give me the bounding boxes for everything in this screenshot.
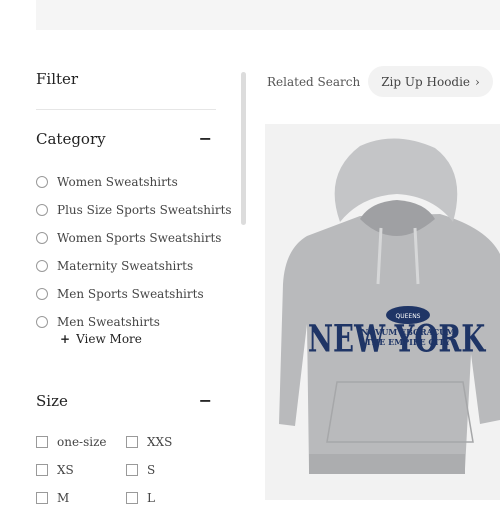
- radio-icon[interactable]: [36, 204, 48, 216]
- size-option-label: S: [147, 463, 156, 477]
- category-option[interactable]: Plus Size Sports Sweatshirts: [36, 196, 232, 224]
- checkbox-icon[interactable]: [36, 436, 48, 448]
- radio-icon[interactable]: [36, 232, 48, 244]
- checkbox-icon[interactable]: [36, 464, 48, 476]
- category-option-label: Men Sports Sweatshirts: [57, 287, 204, 301]
- category-option[interactable]: Men Sports Sweatshirts: [36, 280, 232, 308]
- size-option-label: XS: [57, 463, 74, 477]
- size-option-label: XXS: [147, 435, 173, 449]
- category-option-label: Women Sweatshirts: [57, 175, 178, 189]
- size-option[interactable]: XS: [36, 456, 126, 484]
- related-search-label: Related Search: [267, 74, 361, 89]
- category-list: Women Sweatshirts Plus Size Sports Sweat…: [36, 168, 232, 336]
- size-option-label: M: [57, 491, 70, 505]
- checkbox-icon[interactable]: [126, 464, 138, 476]
- checkbox-icon[interactable]: [126, 492, 138, 504]
- checkbox-icon[interactable]: [126, 436, 138, 448]
- print-badge: QUEENS: [396, 313, 421, 320]
- filter-title: Filter: [36, 70, 79, 88]
- size-options: one-size XXS XS S M L: [36, 428, 216, 512]
- top-bar: [36, 0, 500, 30]
- related-search-chip[interactable]: Zip Up Hoodie ›: [368, 66, 493, 97]
- category-title: Category: [36, 130, 106, 148]
- radio-icon[interactable]: [36, 316, 48, 328]
- divider: [36, 109, 216, 110]
- size-header[interactable]: Size −: [36, 392, 212, 410]
- hoodie-image: NEW YORK QUEENS NOVUM EBORACUM THE EMPIR…: [279, 138, 500, 474]
- category-option[interactable]: Women Sports Sweatshirts: [36, 224, 232, 252]
- chevron-right-icon: ›: [475, 74, 480, 89]
- category-option-label: Maternity Sweatshirts: [57, 259, 194, 273]
- related-search: Related Search Zip Up Hoodie ›: [267, 66, 493, 97]
- sidebar-scrollbar[interactable]: [241, 72, 246, 225]
- checkbox-icon[interactable]: [36, 492, 48, 504]
- category-option-label: Women Sports Sweatshirts: [57, 231, 222, 245]
- category-option[interactable]: Women Sweatshirts: [36, 168, 232, 196]
- category-header[interactable]: Category −: [36, 130, 212, 148]
- view-more-label: View More: [76, 332, 142, 346]
- minus-icon[interactable]: −: [199, 131, 212, 147]
- view-more-button[interactable]: + View More: [60, 332, 142, 346]
- minus-icon[interactable]: −: [199, 393, 212, 409]
- size-option-label: L: [147, 491, 155, 505]
- print-line-1: NOVUM EBORACUM: [361, 327, 455, 337]
- radio-icon[interactable]: [36, 260, 48, 272]
- size-option[interactable]: S: [126, 456, 216, 484]
- radio-icon[interactable]: [36, 288, 48, 300]
- size-option[interactable]: M: [36, 484, 126, 512]
- size-option[interactable]: L: [126, 484, 216, 512]
- radio-icon[interactable]: [36, 176, 48, 188]
- size-title: Size: [36, 392, 68, 410]
- category-option-label: Plus Size Sports Sweatshirts: [57, 203, 232, 217]
- plus-icon: +: [60, 332, 71, 346]
- chip-label: Zip Up Hoodie: [381, 74, 471, 89]
- category-option-label: Men Sweatshirts: [57, 315, 160, 329]
- print-line-2: THE EMPIRE CITY: [366, 337, 451, 347]
- product-card[interactable]: NEW YORK QUEENS NOVUM EBORACUM THE EMPIR…: [265, 124, 500, 500]
- size-option-label: one-size: [57, 435, 107, 449]
- size-option[interactable]: XXS: [126, 428, 216, 456]
- category-option[interactable]: Maternity Sweatshirts: [36, 252, 232, 280]
- size-option[interactable]: one-size: [36, 428, 126, 456]
